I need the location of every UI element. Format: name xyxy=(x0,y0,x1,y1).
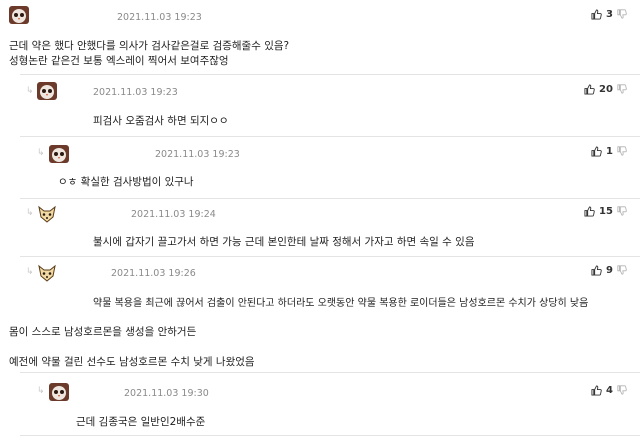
owl-avatar[interactable] xyxy=(49,145,69,163)
owl-avatar[interactable] xyxy=(49,383,69,401)
comment-reply: ↳ 2021.11.03 19:30 4 근데 김종국은 일반인2배수준 xyxy=(0,373,640,440)
comment-text-line: 근데 김종국은 일반인2배수준 xyxy=(76,416,206,428)
comment-text-line: 근데 약은 했다 안했다를 의사가 검사같은걸로 검증해줄수 있음? xyxy=(9,40,290,52)
comment-timestamp: 2021.11.03 19:23 xyxy=(117,12,202,23)
like-count: 4 xyxy=(606,384,613,396)
like-count: 1 xyxy=(606,145,613,157)
like-button[interactable]: 9 xyxy=(591,263,627,277)
comment-timestamp: 2021.11.03 19:24 xyxy=(131,209,216,220)
comment-timestamp: 2021.11.03 19:26 xyxy=(111,268,196,279)
reply-arrow-icon: ↳ xyxy=(26,208,34,218)
like-button[interactable]: 3 xyxy=(591,7,627,21)
reply-arrow-icon: ↳ xyxy=(26,86,34,96)
comment-timestamp: 2021.11.03 19:30 xyxy=(124,388,209,399)
fox-avatar[interactable] xyxy=(37,205,57,223)
owl-avatar[interactable] xyxy=(37,82,57,100)
thumbs-down-icon[interactable] xyxy=(617,84,627,94)
comment-text-line: ㅇㅎ 확실한 검사방법이 있구나 xyxy=(58,176,194,188)
thumbs-up-icon xyxy=(591,384,602,396)
like-button[interactable]: 1 xyxy=(591,144,627,158)
thumbs-down-icon[interactable] xyxy=(617,265,627,275)
comment-reply: ↳ 2021.11.03 19:23 1 ㅇㅎ 확실한 검사방법이 있구나 xyxy=(0,137,640,199)
reply-arrow-icon: ↳ xyxy=(37,148,45,158)
like-count: 9 xyxy=(606,264,613,276)
like-button[interactable]: 15 xyxy=(584,204,627,218)
comment-reply: ↳ 2021.11.03 19:23 20 피검사 오줌검사 하면 되지ㅇㅇ xyxy=(0,75,640,137)
comment-timestamp: 2021.11.03 19:23 xyxy=(155,149,240,160)
comment-reply: ↳ 2021.11.03 19:26 9 약물 복용을 최근에 끊어서 검출이 … xyxy=(0,257,640,373)
thumbs-down-icon[interactable] xyxy=(617,206,627,216)
like-button[interactable]: 20 xyxy=(584,82,627,96)
thumbs-up-icon xyxy=(584,205,595,217)
thumbs-down-icon[interactable] xyxy=(617,146,627,156)
thumbs-up-icon xyxy=(584,83,595,95)
comment-text-line: 피검사 오줌검사 하면 되지ㅇㅇ xyxy=(93,115,229,127)
comment-timestamp: 2021.11.03 19:23 xyxy=(93,87,178,98)
comment-text-line: 몸이 스스로 남성호르몬을 생성을 안하거든 xyxy=(9,326,197,338)
thumbs-up-icon xyxy=(591,8,602,20)
reply-arrow-icon: ↳ xyxy=(26,267,34,277)
thumbs-up-icon xyxy=(591,264,602,276)
comment-reply: ↳ 2021.11.03 19:24 15 불시에 갑자기 끌고가서 하면 가능… xyxy=(0,199,640,257)
thumbs-up-icon xyxy=(591,145,602,157)
like-button[interactable]: 4 xyxy=(591,383,627,397)
thumbs-down-icon[interactable] xyxy=(617,9,627,19)
fox-avatar[interactable] xyxy=(37,264,57,282)
comment-text-line: 성형논란 같은건 보통 엑스레이 찍어서 보여주잖엉 xyxy=(9,55,229,67)
like-count: 20 xyxy=(599,83,613,95)
thumbs-down-icon[interactable] xyxy=(617,385,627,395)
comment-text-line: 약물 복용을 최근에 끊어서 검출이 안된다고 하더라도 오랫동안 약물 복용한… xyxy=(93,298,589,309)
owl-avatar[interactable] xyxy=(9,6,29,24)
comment-text-line: 불시에 갑자기 끌고가서 하면 가능 근데 본인한테 날짜 정해서 가자고 하면… xyxy=(93,236,475,248)
comment-separator xyxy=(20,435,640,436)
comment: 2021.11.03 19:23 3 근데 약은 했다 안했다를 의사가 검사같… xyxy=(0,0,640,80)
like-count: 3 xyxy=(606,8,613,20)
comment-text-line: 예전에 약물 걸린 선수도 남성호르몬 수치 낮게 나왔었음 xyxy=(9,356,255,368)
like-count: 15 xyxy=(599,205,613,217)
reply-arrow-icon: ↳ xyxy=(37,386,45,396)
